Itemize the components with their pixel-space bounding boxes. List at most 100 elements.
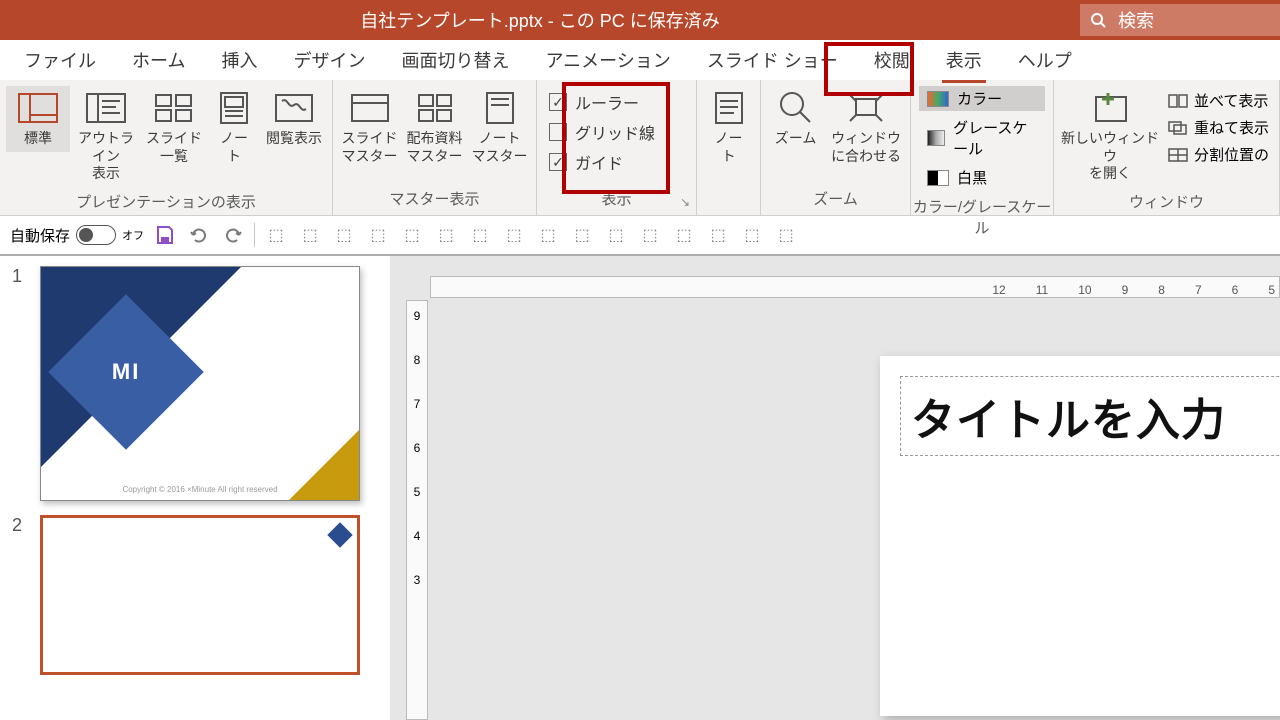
tab-file[interactable]: ファイル [20, 41, 100, 79]
notes-icon [708, 90, 750, 126]
slide-thumbnail-1[interactable]: MI Copyright © 2016 ×Minute All right re… [40, 266, 360, 501]
group-show: ルーラー グリッド線 ガイド 表示↘ [537, 80, 697, 215]
qat-tool-4[interactable]: ⬚ [365, 222, 391, 248]
zoom-icon [775, 90, 817, 126]
quick-access-toolbar: 自動保存 オフ ⬚ ⬚ ⬚ ⬚ ⬚ ⬚ ⬚ ⬚ ⬚ ⬚ ⬚ ⬚ ⬚ ⬚ ⬚ ⬚ [0, 216, 1280, 256]
tab-help[interactable]: ヘルプ [1014, 41, 1076, 79]
ruler-checkbox[interactable]: ルーラー [549, 90, 655, 114]
qat-tool-2[interactable]: ⬚ [297, 222, 323, 248]
redo-button[interactable] [220, 222, 246, 248]
show-checklist: ルーラー グリッド線 ガイド [543, 86, 661, 178]
title-bar: 自社テンプレート.pptx - この PC に保存済み 検索 [0, 0, 1280, 40]
tab-home[interactable]: ホーム [128, 41, 189, 79]
qat-tool-15[interactable]: ⬚ [739, 222, 765, 248]
qat-tool-9[interactable]: ⬚ [535, 222, 561, 248]
slide-sorter-button[interactable]: スライド 一覧 [142, 86, 206, 169]
logo-badge-icon [327, 522, 352, 547]
outline-view-button[interactable]: アウトライン 表示 [74, 86, 138, 187]
split-icon [1168, 148, 1188, 162]
normal-view-button[interactable]: 標準 [6, 86, 70, 152]
thumbnail-row-1: 1 MI Copyright © 2016 ×Minute All right … [12, 266, 378, 501]
qat-tool-1[interactable]: ⬚ [263, 222, 289, 248]
qat-tool-12[interactable]: ⬚ [637, 222, 663, 248]
qat-tool-14[interactable]: ⬚ [705, 222, 731, 248]
vertical-ruler[interactable]: 9876543 [406, 300, 428, 720]
gridlines-checkbox[interactable]: グリッド線 [549, 120, 655, 144]
reading-view-button[interactable]: 閲覧表示 [262, 86, 326, 152]
black-white-button[interactable]: 白黒 [919, 165, 1045, 190]
notes-button[interactable]: ノー ト [703, 86, 754, 169]
group-label-presentation-views: プレゼンテーションの表示 [0, 187, 332, 218]
zoom-button[interactable]: ズーム [767, 86, 824, 152]
ribbon-tabs: ファイル ホーム 挿入 デザイン 画面切り替え アニメーション スライド ショー… [0, 40, 1280, 80]
work-area: 1 MI Copyright © 2016 ×Minute All right … [0, 256, 1280, 720]
thumbnail-number: 1 [12, 266, 30, 501]
qat-tool-6[interactable]: ⬚ [433, 222, 459, 248]
qat-tool-16[interactable]: ⬚ [773, 222, 799, 248]
reading-view-icon [273, 90, 315, 126]
qat-tool-3[interactable]: ⬚ [331, 222, 357, 248]
ribbon: 標準 アウトライン 表示 スライド 一覧 ノー ト 閲覧表示 プレゼンテーション… [0, 80, 1280, 216]
slide-sorter-icon [153, 90, 195, 126]
qat-tool-5[interactable]: ⬚ [399, 222, 425, 248]
handout-master-icon [414, 90, 456, 126]
slide-canvas[interactable]: タイトルを入力 [880, 356, 1280, 716]
move-split-button[interactable]: 分割位置の [1164, 142, 1273, 167]
qat-tool-10[interactable]: ⬚ [569, 222, 595, 248]
handout-master-button[interactable]: 配布資料 マスター [404, 86, 465, 169]
undo-button[interactable] [186, 222, 212, 248]
color-button[interactable]: カラー [919, 86, 1045, 111]
slide-canvas-area: 12111098765 9876543 タイトルを入力 [390, 256, 1280, 720]
arrange-icon [1168, 94, 1188, 108]
toggle-off-icon [76, 225, 116, 245]
qat-tool-8[interactable]: ⬚ [501, 222, 527, 248]
tab-transitions[interactable]: 画面切り替え [397, 41, 513, 79]
group-notes: ノー ト [697, 80, 761, 215]
group-zoom: ズーム ウィンドウ に合わせる ズーム [761, 80, 911, 215]
slide-master-icon [349, 90, 391, 126]
grayscale-button[interactable]: グレースケール [919, 115, 1045, 161]
tab-slideshow[interactable]: スライド ショー [703, 41, 842, 79]
title-placeholder[interactable]: タイトルを入力 [900, 376, 1280, 456]
tab-insert[interactable]: 挿入 [217, 41, 261, 79]
dialog-launcher-icon[interactable]: ↘ [680, 195, 690, 209]
save-icon [155, 225, 175, 245]
horizontal-ruler[interactable]: 12111098765 [430, 276, 1280, 298]
undo-icon [189, 225, 209, 245]
checkbox-checked-icon [549, 93, 567, 111]
save-button[interactable] [152, 222, 178, 248]
checkbox-unchecked-icon [549, 123, 567, 141]
tab-design[interactable]: デザイン [289, 41, 369, 79]
fit-window-icon [845, 90, 887, 126]
new-window-button[interactable]: 新しいウィンドウ を開く [1060, 86, 1160, 187]
slide-thumbnails-panel: 1 MI Copyright © 2016 ×Minute All right … [0, 256, 390, 720]
slide-thumbnail-2[interactable] [40, 515, 360, 675]
cascade-button[interactable]: 重ねて表示 [1164, 115, 1273, 140]
slide-master-button[interactable]: スライド マスター [339, 86, 400, 169]
guides-checkbox[interactable]: ガイド [549, 150, 655, 174]
notes-page-button[interactable]: ノー ト [210, 86, 258, 169]
notes-master-button[interactable]: ノート マスター [469, 86, 530, 169]
autosave-toggle[interactable]: 自動保存 オフ [10, 225, 144, 246]
search-placeholder: 検索 [1118, 7, 1154, 33]
fit-window-button[interactable]: ウィンドウ に合わせる [828, 86, 904, 169]
search-box[interactable]: 検索 [1080, 4, 1280, 36]
checkbox-checked-icon [549, 153, 567, 171]
thumbnail-row-2: 2 [12, 515, 378, 675]
normal-view-icon [17, 90, 59, 126]
outline-view-icon [85, 90, 127, 126]
group-color-grayscale: カラー グレースケール 白黒 カラー/グレースケール [911, 80, 1054, 215]
tab-view[interactable]: 表示 [942, 41, 986, 79]
group-master-views: スライド マスター 配布資料 マスター ノート マスター マスター表示 [333, 80, 537, 215]
group-label-window: ウィンドウ [1054, 187, 1279, 218]
tab-animations[interactable]: アニメーション [541, 41, 674, 79]
qat-tool-13[interactable]: ⬚ [671, 222, 697, 248]
notes-master-icon [479, 90, 521, 126]
group-label-color-grayscale: カラー/グレースケール [911, 192, 1053, 244]
arrange-all-button[interactable]: 並べて表示 [1164, 88, 1273, 113]
cascade-icon [1168, 121, 1188, 135]
qat-tool-7[interactable]: ⬚ [467, 222, 493, 248]
tab-review[interactable]: 校閲 [870, 41, 914, 79]
qat-tool-11[interactable]: ⬚ [603, 222, 629, 248]
group-label-show: 表示↘ [537, 184, 696, 215]
